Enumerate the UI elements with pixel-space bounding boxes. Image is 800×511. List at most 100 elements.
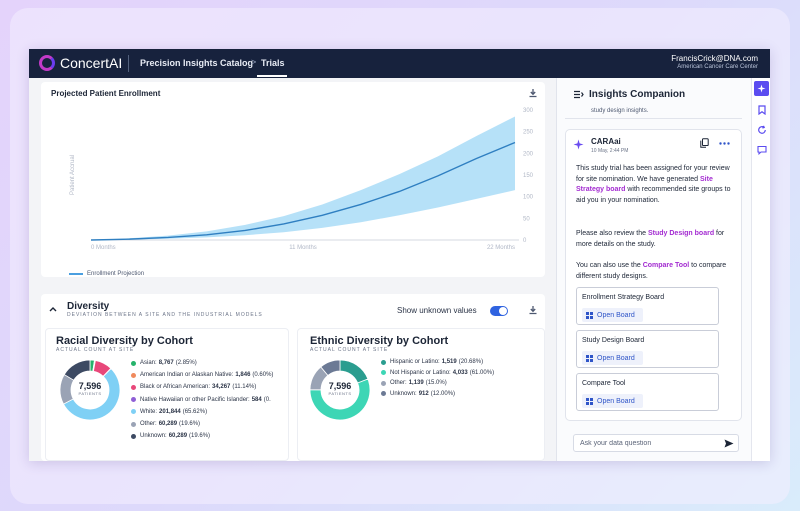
legend-percent: (19.6%) (179, 421, 201, 427)
legend-label: White: (140, 408, 158, 415)
diversity-download-icon[interactable] (528, 305, 538, 315)
concertai-logo[interactable]: ConcertAI (39, 55, 122, 71)
board-icon (586, 311, 593, 319)
message-paragraph-3: You can also use the Compare Tool to com… (576, 261, 734, 282)
refresh-rail-button[interactable] (754, 122, 769, 137)
legend-label: Unknown: (390, 390, 417, 397)
logo-mark-icon (39, 55, 55, 71)
breadcrumb-separator-icon: > (251, 57, 257, 67)
legend-label: Hispanic or Latino: (390, 359, 440, 365)
legend-percent: (15.0%) (425, 380, 447, 386)
study-design-link[interactable]: Study Design board (648, 230, 714, 237)
message-sender: CARAai (591, 137, 621, 146)
enrollment-strategy-board-card: Enrollment Strategy Board Open Board (576, 287, 719, 325)
panel-title: Insights Companion (589, 89, 686, 100)
legend-item: Other: 1,139 (15.0%) (381, 380, 447, 386)
ai-sparkle-icon (573, 139, 584, 150)
user-email: FrancisCrick@DNA.com (671, 54, 758, 63)
legend-item: Not Hispanic or Latino: 4,033 (61.00%) (381, 370, 494, 376)
compare-tool-link[interactable]: Compare Tool (643, 262, 690, 269)
copy-icon[interactable] (700, 138, 709, 148)
legend-count: 584 (251, 396, 262, 403)
legend-item: Black or African American: 34,267 (11.14%) (131, 384, 256, 390)
legend-label: Native Hawaiian or other Pacific Islande… (140, 396, 250, 403)
compare-tool-card: Compare Tool Open Board (576, 373, 719, 411)
message-time: 10 May, 2:44 PM (591, 148, 629, 154)
legend-label: Other: (390, 380, 407, 386)
diversity-header: Diversity DEVIATION BETWEEN A SITE AND T… (67, 301, 263, 318)
ethnic-subtitle: ACTUAL COUNT AT SITE (310, 347, 389, 353)
legend-count: 1,519 (441, 359, 457, 365)
legend-percent: (20.68%) (458, 359, 484, 365)
breadcrumb-catalog[interactable]: Precision Insights Catalog (140, 58, 253, 68)
breadcrumb-trials[interactable]: Trials (261, 58, 285, 68)
racial-subtitle: ACTUAL COUNT AT SITE (56, 347, 135, 353)
send-icon[interactable] (724, 439, 734, 448)
racial-header: Racial Diversity by Cohort ACTUAL COUNT … (56, 335, 193, 353)
board-icon (586, 354, 593, 362)
enrollment-title: Projected Patient Enrollment (51, 89, 161, 98)
enrollment-card: Projected Patient Enrollment 0 Months 11 … (41, 82, 545, 277)
message-text: Please also review the (576, 230, 648, 237)
y-tick-label: 150 (523, 173, 534, 179)
open-board-button[interactable]: Open Board (582, 308, 643, 322)
legend-item: White: 201,844 (65.62%) (131, 409, 207, 415)
racial-title: Racial Diversity by Cohort (56, 335, 193, 347)
legend-count: 912 (418, 390, 429, 397)
legend-dot-icon (131, 397, 136, 403)
legend-item: Unknown: 912 (12.00%) (381, 391, 455, 397)
chat-rail-button[interactable] (754, 142, 769, 157)
legend-percent: (61.00%) (469, 369, 495, 376)
ask-question-box (573, 434, 739, 452)
open-board-label: Open Board (597, 311, 635, 319)
enrollment-chart: 0 Months 11 Months 22 Months 0 50 100 150 200 25… (70, 108, 534, 251)
user-info[interactable]: FrancisCrick@DNA.com American Cancer Car… (671, 54, 758, 70)
refresh-icon (757, 125, 766, 134)
panel-menu-icon[interactable] (573, 90, 584, 99)
sparkle-icon (757, 84, 766, 93)
show-unknown-toggle[interactable] (490, 306, 508, 316)
insights-companion-panel: Insights Companion study design insights… (556, 78, 770, 461)
racial-total: 7,596 (78, 381, 102, 391)
legend-label: Enrollment Projection (87, 270, 145, 277)
y-tick-label: 250 (523, 130, 534, 136)
topbar-divider (128, 55, 129, 72)
legend-percent: (65.62%) (182, 408, 208, 415)
legend-label: Black or African American: (140, 384, 211, 391)
bookmark-rail-button[interactable] (754, 102, 769, 117)
ask-question-input[interactable] (580, 438, 720, 449)
ethnic-total-label: PATIENTS (328, 391, 352, 396)
legend-percent: (0.60%) (252, 372, 274, 379)
chat-icon (756, 145, 767, 155)
confidence-band (91, 116, 515, 240)
donut-slice (63, 359, 91, 381)
message-divider (565, 118, 742, 119)
racial-diversity-card: Racial Diversity by Cohort ACTUAL COUNT … (45, 328, 289, 461)
legend-count: 1,139 (408, 380, 424, 386)
x-tick-label: 11 Months (289, 245, 317, 251)
x-tick-label: 22 Months (487, 245, 515, 251)
message-paragraph-2: Please also review the Study Design boar… (576, 229, 734, 250)
open-board-button[interactable]: Open Board (582, 394, 643, 408)
chart-legend: Enrollment Projection (69, 265, 144, 283)
legend-item: American Indian or Alaskan Native: 1,846(… (131, 372, 273, 378)
legend-count: 34,267 (212, 384, 231, 391)
download-icon[interactable] (528, 88, 538, 98)
tool-label: Enrollment Strategy Board (582, 294, 665, 301)
tool-label: Compare Tool (582, 380, 626, 387)
open-board-label: Open Board (597, 354, 635, 362)
legend-dot-icon (131, 433, 136, 439)
legend-label: Unknown: (140, 433, 167, 440)
ai-assistant-rail-button[interactable] (754, 81, 769, 96)
active-tab-indicator (257, 75, 287, 77)
ethnic-header: Ethnic Diversity by Cohort ACTUAL COUNT … (310, 335, 448, 353)
legend-count: 60,289 (158, 421, 178, 427)
legend-percent: (11.14%) (232, 384, 257, 391)
open-board-button[interactable]: Open Board (582, 351, 643, 365)
legend-dot-icon (131, 409, 136, 415)
collapse-chevron-icon[interactable] (49, 306, 57, 312)
right-tool-rail (751, 78, 770, 461)
racial-total-label: PATIENTS (78, 391, 102, 396)
y-tick-label: 100 (523, 195, 534, 201)
more-options-icon[interactable] (719, 142, 730, 145)
